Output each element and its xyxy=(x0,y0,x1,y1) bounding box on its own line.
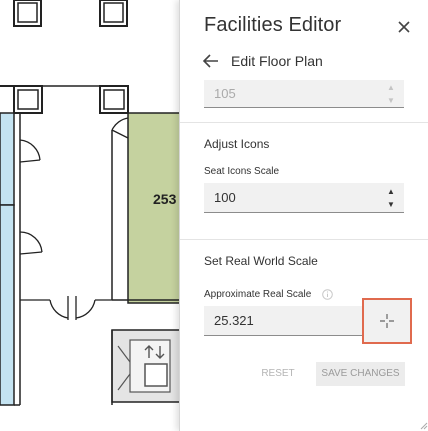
room-number-label: 253 xyxy=(153,191,177,207)
back-to-edit-floor-plan[interactable]: Edit Floor Plan xyxy=(202,50,323,72)
measure-scale-button[interactable] xyxy=(362,298,412,344)
room-blue xyxy=(0,112,15,206)
stepper-down-icon[interactable]: ▼ xyxy=(384,198,398,211)
divider xyxy=(180,239,428,240)
seat-icons-scale-label: Seat Icons Scale xyxy=(204,166,280,177)
seat-icons-scale-value: 100 xyxy=(214,190,236,205)
previous-field-value: 105 xyxy=(214,86,236,101)
seat-icons-scale-stepper[interactable]: ▲ ▼ xyxy=(384,185,398,211)
stepper-up-icon[interactable]: ▲ xyxy=(384,185,398,198)
back-label: Edit Floor Plan xyxy=(231,53,323,69)
seat-icons-scale-input[interactable]: 100 ▲ ▼ xyxy=(204,183,404,213)
room-blue xyxy=(0,204,15,406)
save-changes-button[interactable]: SAVE CHANGES xyxy=(316,362,405,386)
arrow-left-icon xyxy=(202,54,218,68)
approximate-real-scale-input[interactable]: 25.321 xyxy=(204,306,364,336)
room-green-253 xyxy=(127,112,182,304)
stepper-down-icon[interactable]: ▼ xyxy=(384,94,398,107)
adjust-icons-title: Adjust Icons xyxy=(204,137,270,151)
info-icon[interactable] xyxy=(322,289,333,300)
facilities-editor-panel: Facilities Editor Edit Floor Plan 105 ▲ … xyxy=(179,0,428,431)
crosshair-icon xyxy=(380,314,394,328)
approximate-real-scale-label: Approximate Real Scale xyxy=(204,289,312,300)
floor-plan-canvas[interactable]: 253 xyxy=(0,0,182,431)
reset-button[interactable]: RESET xyxy=(252,362,304,386)
panel-title: Facilities Editor xyxy=(204,14,342,36)
stepper-up-icon[interactable]: ▲ xyxy=(384,81,398,94)
close-icon xyxy=(398,21,410,33)
close-button[interactable] xyxy=(394,17,414,37)
previous-field-stepper[interactable]: ▲ ▼ xyxy=(384,81,398,107)
resize-handle-icon[interactable] xyxy=(420,422,428,430)
divider xyxy=(180,122,428,123)
approximate-real-scale-value: 25.321 xyxy=(214,313,254,328)
real-world-scale-title: Set Real World Scale xyxy=(204,254,318,268)
floor-plan-drawing xyxy=(0,0,182,406)
previous-number-field[interactable]: 105 ▲ ▼ xyxy=(204,80,404,108)
